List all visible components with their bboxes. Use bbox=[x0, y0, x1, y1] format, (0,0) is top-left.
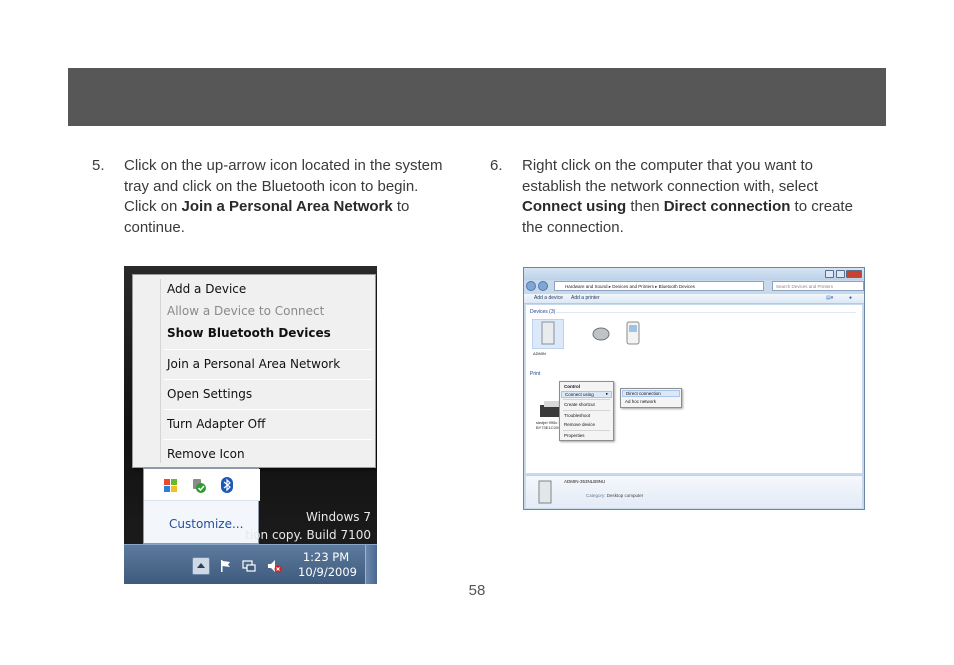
details-device-name: ADMIN-353NLB9NU bbox=[564, 479, 606, 484]
address-bar[interactable]: Hardware and Sound ▸ Devices and Printer… bbox=[554, 281, 764, 291]
add-device-button[interactable]: Add a device bbox=[534, 295, 563, 301]
show-hidden-icons-button[interactable] bbox=[192, 557, 210, 575]
clock-time: 1:23 PM bbox=[302, 550, 350, 564]
connect-using-submenu: Direct connection Ad hoc network bbox=[620, 388, 682, 408]
bluetooth-tray-screenshot: Add a Device Allow a Device to Connect S… bbox=[124, 266, 377, 584]
tray-icons-area bbox=[144, 469, 260, 501]
details-pane: ADMIN-353NLB9NU Category: Desktop comput… bbox=[526, 475, 862, 508]
search-input[interactable]: Search Devices and Printers bbox=[772, 281, 864, 291]
menu-separator bbox=[163, 349, 372, 350]
view-options-icon[interactable]: ▤▾ bbox=[826, 295, 833, 301]
taskbar-clock[interactable]: 1:23 PM 10/9/2009 bbox=[298, 550, 357, 580]
menu-create-shortcut[interactable]: Create shortcut bbox=[564, 402, 595, 407]
menu-separator bbox=[163, 379, 372, 380]
menu-item-add-device[interactable]: Add a Device bbox=[167, 282, 246, 296]
close-button[interactable] bbox=[846, 270, 862, 278]
computer-details-icon bbox=[538, 480, 552, 504]
step-6-text-a: Right click on the computer that you wan… bbox=[522, 157, 818, 195]
taskbar: 1:23 PM 10/9/2009 bbox=[124, 544, 377, 584]
bluetooth-context-menu: Add a Device Allow a Device to Connect S… bbox=[132, 274, 376, 468]
step-5-number: 5. bbox=[92, 157, 105, 174]
step-6-text-b: then bbox=[626, 198, 664, 215]
menu-separator bbox=[163, 409, 372, 410]
breadcrumb-hardware-sound[interactable]: Hardware and Sound bbox=[565, 284, 608, 289]
network-icon[interactable] bbox=[241, 558, 257, 574]
menu-separator bbox=[563, 399, 610, 400]
menu-remove-device[interactable]: Remove device bbox=[564, 422, 595, 427]
windows-watermark-line1: Windows 7 bbox=[305, 510, 371, 524]
details-category-value: Desktop computer bbox=[606, 493, 644, 498]
menu-separator bbox=[563, 410, 610, 411]
action-center-flag-icon[interactable] bbox=[218, 558, 234, 574]
step-6-bold-connect-using: Connect using bbox=[522, 198, 627, 215]
window-titlebar bbox=[524, 268, 864, 280]
group-printers-header[interactable]: Print bbox=[530, 371, 540, 377]
step-6-bold-direct-connection: Direct connection bbox=[663, 198, 791, 215]
menu-connect-using[interactable]: Connect using bbox=[561, 391, 612, 398]
headset-device-icon[interactable] bbox=[592, 325, 610, 341]
volume-muted-icon[interactable] bbox=[266, 558, 282, 574]
menu-properties[interactable]: Properties bbox=[564, 433, 585, 438]
header-bar bbox=[68, 68, 886, 126]
menu-item-show-bluetooth-devices[interactable]: Show Bluetooth Devices bbox=[167, 326, 331, 340]
security-check-icon[interactable] bbox=[190, 476, 208, 494]
details-category: Category: Desktop computer bbox=[586, 493, 643, 498]
clock-date: 10/9/2009 bbox=[298, 565, 357, 579]
add-printer-button[interactable]: Add a printer bbox=[571, 295, 600, 301]
submenu-direct-connection[interactable]: Direct connection bbox=[622, 390, 680, 397]
windows-watermark-line2: tion copy. Build 7100 bbox=[245, 528, 371, 542]
computer-device-icon[interactable] bbox=[532, 319, 564, 349]
menu-gutter-line bbox=[160, 279, 161, 463]
menu-troubleshoot[interactable]: Troubleshoot bbox=[564, 413, 590, 418]
step-6-text: Right click on the computer that you wan… bbox=[522, 156, 862, 238]
tray-overflow-popup: Customize... bbox=[143, 468, 260, 544]
maximize-button[interactable] bbox=[836, 270, 845, 278]
customize-link[interactable]: Customize... bbox=[169, 517, 243, 531]
phone-device-icon[interactable] bbox=[626, 321, 640, 345]
menu-separator bbox=[563, 430, 610, 431]
menu-control[interactable]: Control bbox=[564, 384, 580, 389]
back-button[interactable] bbox=[526, 281, 536, 291]
page-number: 58 bbox=[468, 582, 486, 599]
menu-separator bbox=[163, 439, 372, 440]
show-desktop-button[interactable] bbox=[365, 545, 377, 584]
step-5-bold-join-pan: Join a Personal Area Network bbox=[181, 198, 393, 215]
command-toolbar: Add a device Add a printer ▤▾ ● bbox=[524, 294, 864, 304]
address-row: Hardware and Sound ▸ Devices and Printer… bbox=[526, 281, 864, 292]
step-6-number: 6. bbox=[490, 157, 503, 174]
devices-printers-screenshot: Hardware and Sound ▸ Devices and Printer… bbox=[523, 267, 865, 510]
step-5-text: Click on the up-arrow icon located in th… bbox=[124, 156, 444, 238]
computer-device-label[interactable]: ADMIN bbox=[533, 351, 546, 356]
bluetooth-icon[interactable] bbox=[218, 476, 236, 494]
menu-item-remove-icon[interactable]: Remove Icon bbox=[167, 447, 245, 461]
device-context-menu: Control Connect using ▸ Create shortcut … bbox=[559, 381, 614, 441]
minimize-button[interactable] bbox=[825, 270, 834, 278]
windows-flag-icon[interactable] bbox=[162, 476, 180, 494]
breadcrumb-bluetooth-devices[interactable]: Bluetooth Devices bbox=[659, 284, 695, 289]
menu-item-join-pan[interactable]: Join a Personal Area Network bbox=[167, 357, 340, 371]
menu-item-open-settings[interactable]: Open Settings bbox=[167, 387, 252, 401]
help-icon[interactable]: ● bbox=[849, 295, 852, 301]
menu-item-allow-device: Allow a Device to Connect bbox=[167, 304, 325, 318]
breadcrumb-devices-printers[interactable]: Devices and Printers bbox=[612, 284, 654, 289]
menu-item-turn-adapter-off[interactable]: Turn Adapter Off bbox=[167, 417, 265, 431]
forward-button[interactable] bbox=[538, 281, 548, 291]
group-divider bbox=[556, 312, 856, 313]
devices-content-pane: Devices (3) ADMIN Print sledjet 995c S/N… bbox=[526, 305, 862, 473]
group-devices-header[interactable]: Devices (3) bbox=[530, 309, 555, 315]
details-category-label: Category: bbox=[586, 493, 606, 498]
submenu-ad-hoc-network[interactable]: Ad hoc network bbox=[625, 399, 656, 404]
submenu-arrow-icon: ▸ bbox=[606, 391, 609, 396]
up-arrow-icon bbox=[197, 563, 205, 568]
